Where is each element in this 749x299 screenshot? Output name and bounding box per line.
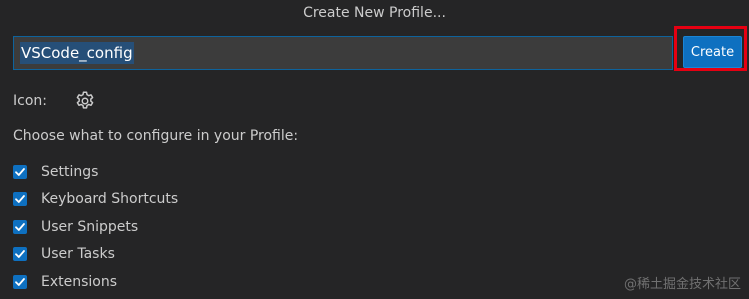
option-keyboard-shortcuts[interactable]: Keyboard Shortcuts — [13, 186, 178, 214]
create-button[interactable]: Create — [683, 36, 742, 68]
checkbox-checked-icon[interactable] — [13, 274, 27, 289]
option-label: User Tasks — [41, 246, 115, 263]
option-user-snippets[interactable]: User Snippets — [13, 213, 178, 241]
option-label: User Snippets — [41, 218, 139, 235]
icon-label: Icon: — [13, 93, 47, 109]
checkbox-checked-icon[interactable] — [13, 192, 27, 207]
option-label: Settings — [41, 163, 99, 180]
watermark: @稀土掘金技术社区 — [623, 277, 741, 292]
profile-name-value: VSCode_config — [20, 42, 134, 64]
option-label: Extensions — [41, 273, 118, 290]
configure-options-list: Settings Keyboard Shortcuts User Snippet… — [13, 158, 178, 296]
checkbox-checked-icon[interactable] — [13, 219, 27, 234]
checkbox-checked-icon[interactable] — [13, 247, 27, 262]
gear-icon[interactable] — [73, 89, 97, 113]
configure-heading: Choose what to configure in your Profile… — [13, 128, 299, 144]
checkbox-checked-icon[interactable] — [13, 164, 27, 179]
option-extensions[interactable]: Extensions — [13, 268, 178, 296]
create-profile-dialog: Create New Profile... VSCode_config Crea… — [0, 0, 749, 299]
profile-name-input[interactable]: VSCode_config — [13, 36, 673, 70]
dialog-title: Create New Profile... — [0, 0, 749, 27]
profile-name-row: VSCode_config Create — [13, 26, 747, 71]
option-settings[interactable]: Settings — [13, 158, 178, 186]
option-label: Keyboard Shortcuts — [41, 191, 179, 208]
option-user-tasks[interactable]: User Tasks — [13, 241, 178, 269]
icon-row: Icon: — [13, 88, 97, 114]
